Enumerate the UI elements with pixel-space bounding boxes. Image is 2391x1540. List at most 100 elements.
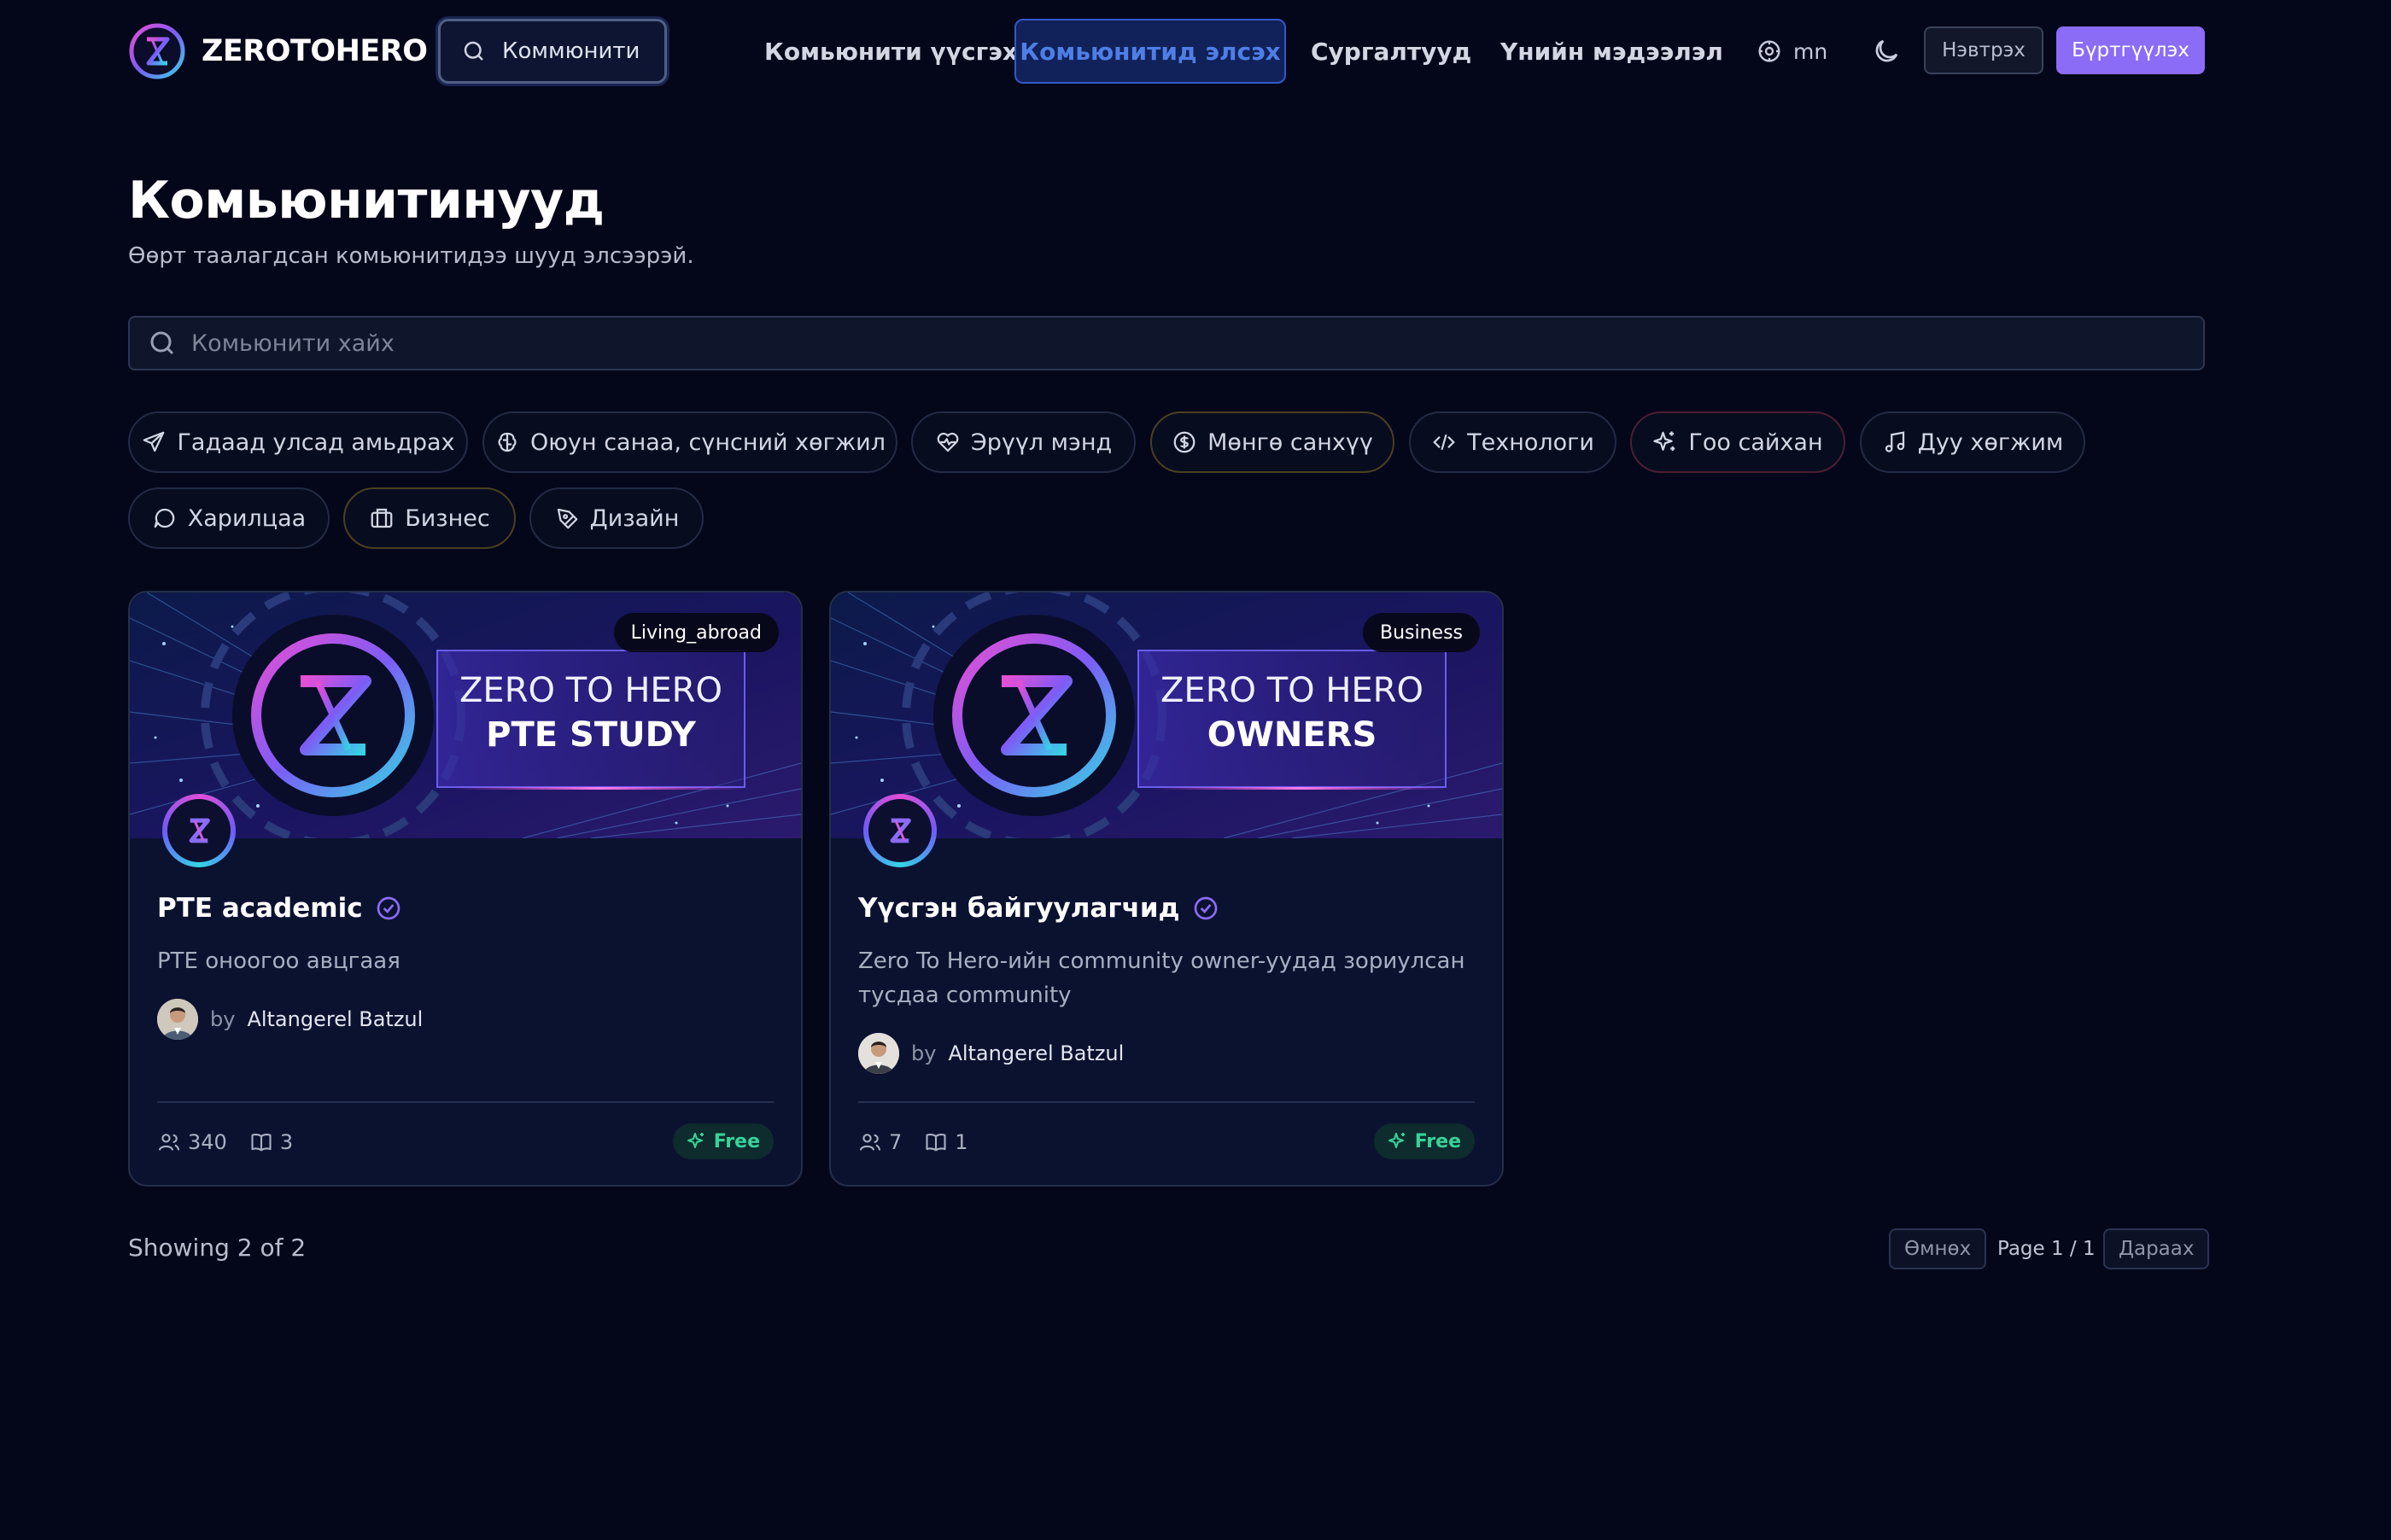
author-name: Altangerel Batzul bbox=[247, 1007, 424, 1031]
category-label: Оюун санаа, сүнсний хөгжил bbox=[530, 429, 886, 456]
author-prefix: by bbox=[210, 1007, 236, 1031]
community-description: Zero To Hero-ийн community owner-уудад з… bbox=[858, 948, 1465, 1008]
theme-toggle[interactable] bbox=[1864, 29, 1909, 73]
category-label: Технологи bbox=[1467, 429, 1594, 456]
communities-page: ZEROTOHERO Комьюнити үүсгэх Комьюнитид э… bbox=[0, 0, 2391, 1540]
courses-stat: 1 bbox=[924, 1130, 968, 1154]
category-label: Бизнес bbox=[405, 505, 490, 532]
brand-logo[interactable]: ZEROTOHERO bbox=[128, 22, 428, 80]
community-name-row: Үүсгэн байгуулагчид bbox=[858, 893, 1219, 924]
sparkles-icon bbox=[687, 1133, 704, 1148]
briefcase-icon bbox=[371, 508, 393, 528]
community-stats: 7 1 bbox=[858, 1123, 980, 1161]
price-badge: Free bbox=[1373, 1123, 1475, 1159]
nav-courses[interactable]: Сургалтууд bbox=[1311, 19, 1471, 84]
category-label: Харилцаа bbox=[187, 505, 307, 532]
banner-title-line1: ZERO TO HERO bbox=[1160, 671, 1423, 710]
category-label: Гоо сайхан bbox=[1688, 429, 1823, 456]
author-prefix: by bbox=[911, 1041, 937, 1065]
community-avatar bbox=[162, 794, 236, 867]
courses-count: 1 bbox=[955, 1130, 968, 1154]
category-chip-spiritual[interactable]: Оюун санаа, сүнсний хөгжил bbox=[482, 411, 897, 473]
verified-icon bbox=[1194, 896, 1217, 920]
music-icon bbox=[1885, 431, 1904, 452]
logo-icon bbox=[189, 818, 210, 843]
search-icon bbox=[150, 331, 174, 355]
community-name: PTE academic bbox=[157, 893, 363, 924]
author-avatar bbox=[157, 999, 198, 1040]
sparkles-icon bbox=[1653, 431, 1675, 451]
community-stats: 340 3 bbox=[157, 1123, 305, 1161]
users-icon bbox=[859, 1134, 881, 1151]
top-header: ZEROTOHERO Комьюнити үүсгэх Комьюнитид э… bbox=[128, 17, 2205, 85]
community-name-row: PTE academic bbox=[157, 893, 402, 924]
logo-icon bbox=[890, 818, 911, 843]
category-chip-business[interactable]: Бизнес bbox=[343, 487, 516, 549]
dollar-icon bbox=[1173, 431, 1196, 453]
banner-title-line1: ZERO TO HERO bbox=[459, 671, 722, 710]
book-icon bbox=[251, 1134, 272, 1152]
nav-create-community[interactable]: Комьюнити үүсгэх bbox=[764, 19, 1018, 84]
nav-pricing[interactable]: Үнийн мэдээлэл bbox=[1500, 19, 1723, 84]
category-label: Дизайн bbox=[589, 505, 680, 532]
category-chip-living-abroad[interactable]: Гадаад улсад амьдрах bbox=[128, 411, 468, 473]
author-name: Altangerel Batzul bbox=[948, 1041, 1125, 1065]
community-search-input[interactable] bbox=[191, 330, 2203, 357]
category-chip-technology[interactable]: Технологи bbox=[1409, 411, 1616, 473]
login-button[interactable]: Нэвтрэх bbox=[1924, 26, 2043, 74]
nav-join-community[interactable]: Комьюнитид элсэх bbox=[1014, 19, 1286, 84]
price-label: Free bbox=[713, 1130, 760, 1152]
category-label: Дуу хөгжим bbox=[1917, 429, 2064, 456]
category-label: Гадаад улсад амьдрах bbox=[177, 429, 455, 456]
members-count: 340 bbox=[188, 1130, 227, 1154]
header-search-input[interactable] bbox=[502, 38, 664, 64]
category-badge: Living_abroad bbox=[613, 613, 779, 652]
category-chip-design[interactable]: Дизайн bbox=[529, 487, 704, 549]
community-description: PTE оноогоо авцгаая bbox=[157, 948, 400, 974]
users-icon bbox=[158, 1134, 180, 1151]
category-label: Мөнгө санхүү bbox=[1207, 429, 1373, 456]
language-code: mn bbox=[1793, 38, 1828, 64]
next-page-button[interactable]: Дараах bbox=[2103, 1228, 2210, 1269]
verified-icon bbox=[377, 896, 400, 920]
community-name: Үүсгэн байгуулагчид bbox=[858, 893, 1180, 924]
author-avatar bbox=[858, 1033, 899, 1074]
category-badge: Business bbox=[1362, 613, 1480, 652]
community-avatar bbox=[863, 794, 937, 867]
pen-tool-icon bbox=[557, 508, 577, 529]
category-chip-finance[interactable]: Мөнгө санхүү bbox=[1150, 411, 1394, 473]
card-divider bbox=[157, 1101, 774, 1103]
community-card-owners[interactable]: ZERO TO HERO OWNERS Business Үүсгэн байг… bbox=[829, 591, 1504, 1187]
card-divider bbox=[858, 1101, 1475, 1103]
community-search[interactable] bbox=[128, 316, 2205, 370]
members-stat: 7 bbox=[858, 1130, 902, 1154]
moon-icon bbox=[1875, 39, 1898, 62]
category-label: Эрүүл мэнд bbox=[970, 429, 1113, 456]
banner-title-line2: OWNERS bbox=[1207, 715, 1377, 755]
heart-pulse-icon bbox=[937, 432, 959, 452]
category-chip-music[interactable]: Дуу хөгжим bbox=[1860, 411, 2085, 473]
community-author[interactable]: by Altangerel Batzul bbox=[858, 1033, 1124, 1074]
price-label: Free bbox=[1414, 1130, 1461, 1152]
members-stat: 340 bbox=[157, 1130, 227, 1154]
header-search[interactable] bbox=[438, 19, 667, 84]
logo-icon bbox=[129, 23, 185, 79]
language-icon bbox=[1758, 40, 1780, 62]
sparkles-icon bbox=[1388, 1133, 1405, 1148]
category-chip-health[interactable]: Эрүүл мэнд bbox=[911, 411, 1136, 473]
search-icon bbox=[464, 41, 483, 61]
courses-count: 3 bbox=[279, 1130, 294, 1154]
chat-icon bbox=[154, 508, 175, 528]
signup-button[interactable]: Бүртгүүлэх bbox=[2056, 26, 2205, 74]
brand-name: ZEROTOHERO bbox=[202, 34, 428, 68]
courses-stat: 3 bbox=[249, 1130, 293, 1154]
price-badge: Free bbox=[672, 1123, 774, 1159]
community-author[interactable]: by Altangerel Batzul bbox=[157, 999, 423, 1040]
page-title: Комьюнитинууд bbox=[128, 171, 605, 230]
language-switcher[interactable]: mn bbox=[1756, 19, 1827, 84]
category-chip-communication[interactable]: Харилцаа bbox=[128, 487, 330, 549]
community-card-pte[interactable]: ZERO TO HERO PTE STUDY Living_abroad PTE… bbox=[128, 591, 803, 1187]
brain-icon bbox=[498, 432, 517, 452]
category-chip-beauty[interactable]: Гоо сайхан bbox=[1630, 411, 1845, 473]
prev-page-button[interactable]: Өмнөх bbox=[1889, 1228, 1987, 1269]
